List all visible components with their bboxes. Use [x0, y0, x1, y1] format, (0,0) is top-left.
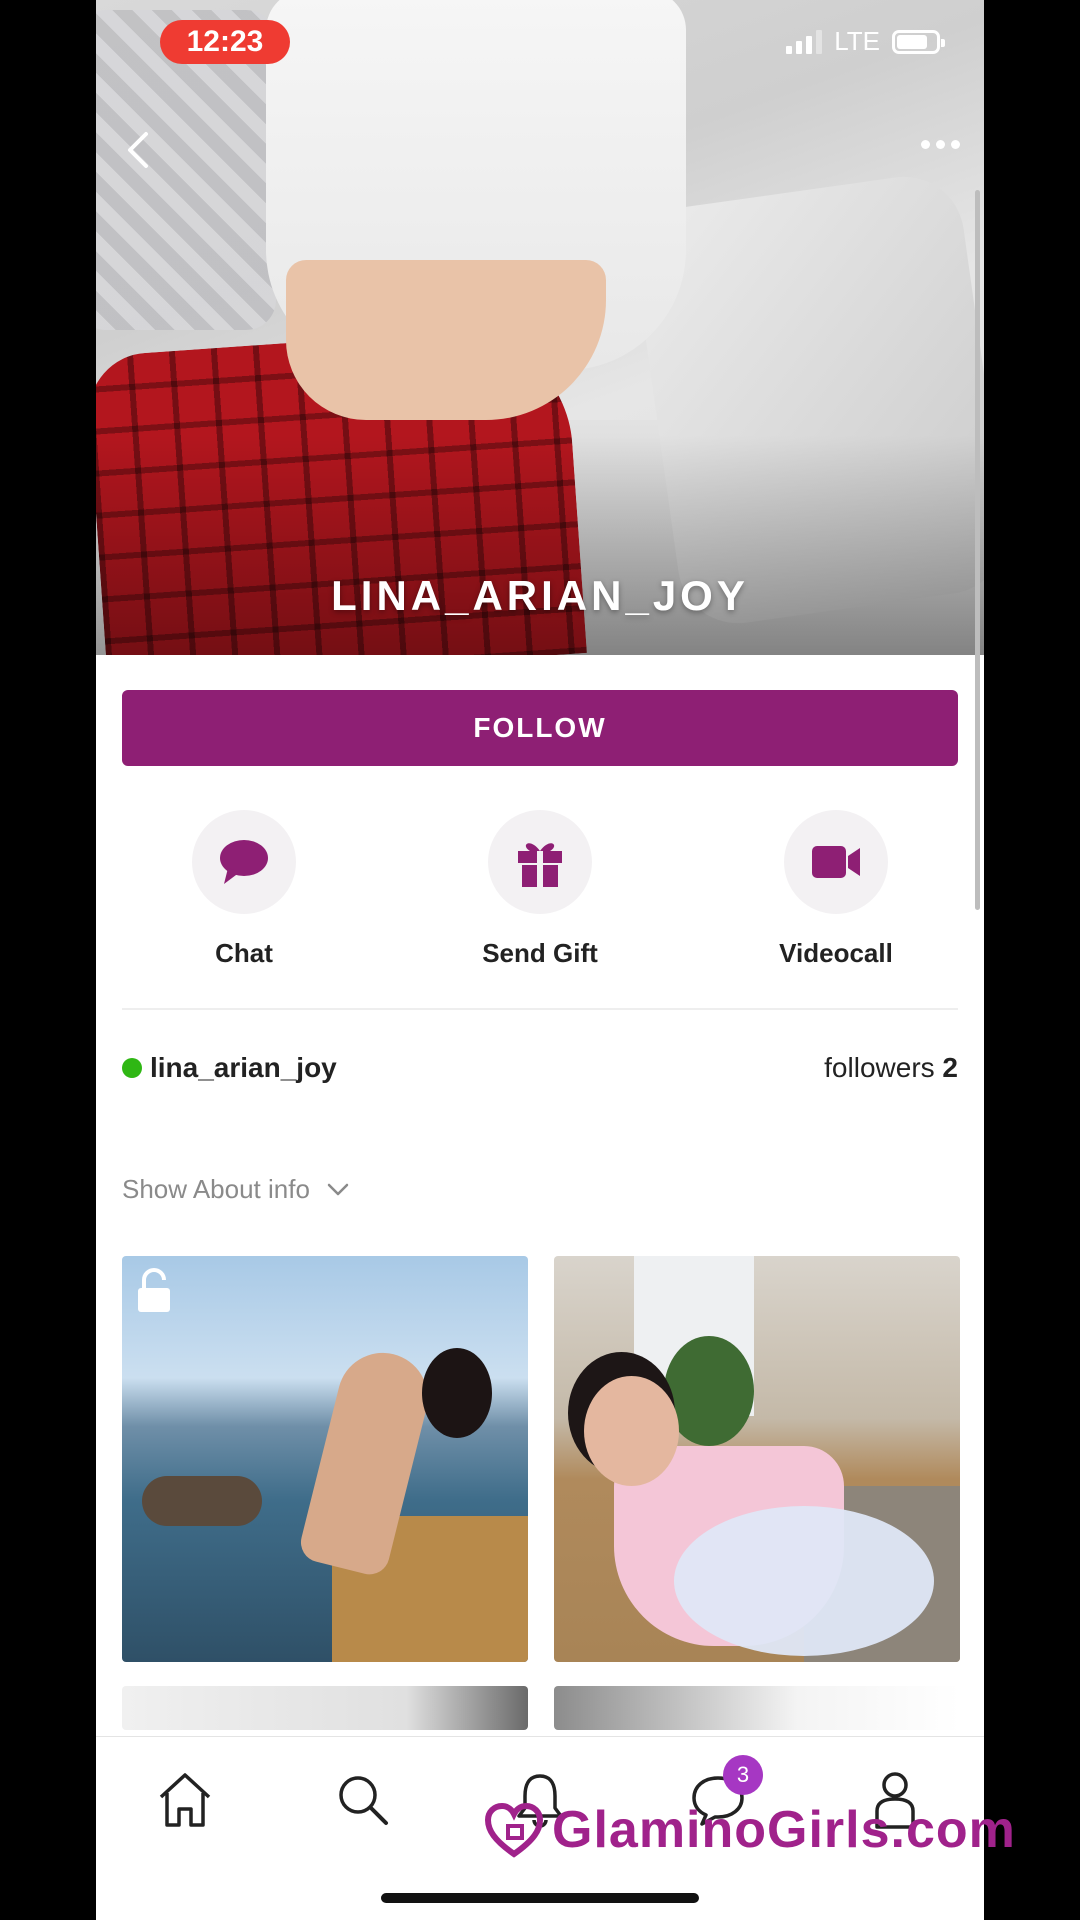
show-about-label: Show About info	[122, 1174, 310, 1204]
home-indicator[interactable]	[381, 1893, 699, 1903]
user-info-row: lina_arian_joy followers 2	[122, 1052, 958, 1084]
profile-cover-photo: 12:23 LTE LINA_ARIAN_JOY	[96, 0, 984, 655]
signal-icon	[786, 29, 823, 54]
media-thumbnail[interactable]	[122, 1686, 528, 1730]
followers-number: 2	[942, 1052, 958, 1083]
battery-icon	[892, 29, 945, 54]
send-gift-action[interactable]: Send Gift	[392, 810, 688, 969]
section-divider	[122, 1008, 958, 1010]
media-thumbnail[interactable]	[554, 1256, 960, 1662]
follow-button[interactable]: FOLLOW	[122, 690, 958, 766]
home-icon	[159, 1773, 211, 1827]
gift-icon	[518, 843, 562, 887]
search-icon	[339, 1776, 388, 1825]
watermark: GlaminoGirls.com	[484, 1800, 1016, 1860]
profile-name-title: LINA_ARIAN_JOY	[331, 572, 749, 619]
heart-logo-icon	[484, 1802, 544, 1858]
video-camera-icon	[812, 846, 860, 878]
scrollbar[interactable]	[975, 190, 980, 910]
videocall-action[interactable]: Videocall	[688, 810, 984, 969]
chat-action[interactable]: Chat	[96, 810, 392, 969]
followers-count[interactable]: followers 2	[824, 1052, 958, 1084]
tab-search[interactable]	[328, 1765, 398, 1835]
online-status-dot	[122, 1058, 142, 1078]
send-gift-label: Send Gift	[482, 938, 598, 968]
chat-button-circle[interactable]	[192, 810, 296, 914]
username: lina_arian_joy	[150, 1052, 337, 1083]
media-thumbnail[interactable]	[122, 1256, 528, 1662]
chevron-down-icon	[327, 1183, 349, 1195]
chevron-left-icon	[128, 132, 148, 168]
gift-button-circle[interactable]	[488, 810, 592, 914]
phone-screen: 12:23 LTE LINA_ARIAN_JOY FOLLOW Chat Sen…	[96, 0, 984, 1920]
chat-bubble-icon	[220, 840, 268, 884]
videocall-button-circle[interactable]	[784, 810, 888, 914]
show-about-toggle[interactable]: Show About info	[122, 1174, 350, 1205]
unlocked-icon	[138, 1268, 170, 1312]
followers-label: followers	[824, 1052, 935, 1083]
username-block: lina_arian_joy	[122, 1052, 337, 1084]
videocall-label: Videocall	[779, 938, 893, 968]
status-time: 12:23	[160, 20, 290, 64]
network-type: LTE	[834, 26, 880, 56]
action-row: Chat Send Gift Videocall	[96, 810, 984, 969]
chat-label: Chat	[215, 938, 273, 968]
status-indicators: LTE	[786, 26, 945, 57]
more-options-button[interactable]	[921, 140, 960, 149]
media-thumbnail[interactable]	[554, 1686, 960, 1730]
messages-badge: 3	[723, 1755, 763, 1795]
tab-home[interactable]	[150, 1765, 220, 1835]
watermark-text: GlaminoGirls.com	[552, 1801, 1016, 1859]
back-button[interactable]	[118, 128, 162, 172]
